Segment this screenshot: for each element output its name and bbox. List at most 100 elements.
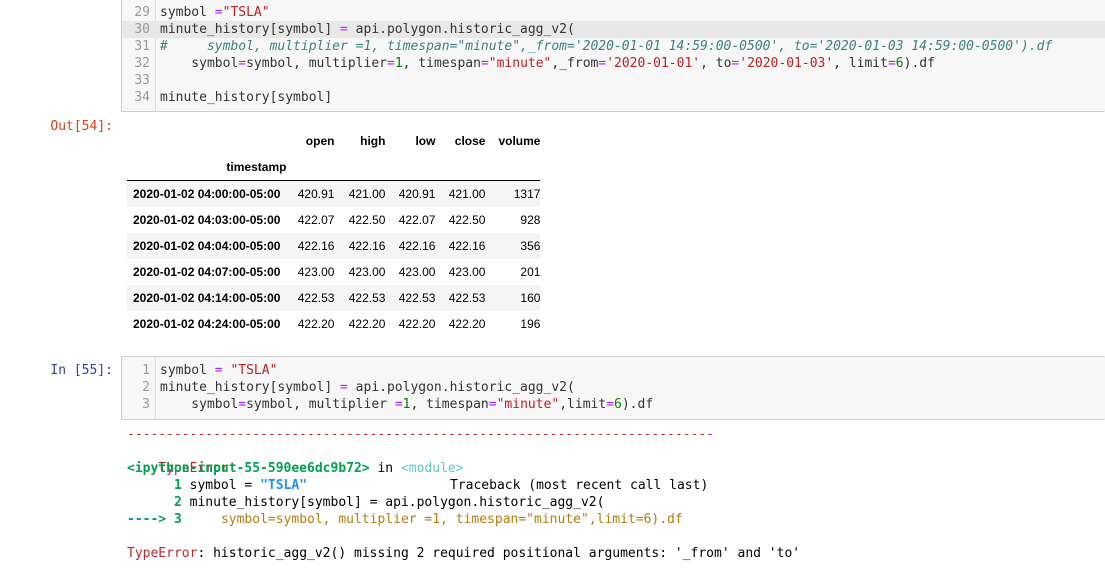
code-token: , to	[700, 56, 732, 71]
column-header-low: low	[415, 134, 436, 148]
code-line[interactable]: 34 minute_history[symbol]	[122, 89, 1105, 106]
table-cell: 422.53	[398, 291, 436, 305]
code-token: "minute"	[496, 397, 560, 412]
table-cell: 422.07	[297, 213, 335, 227]
table-cell: 422.16	[297, 239, 335, 253]
code-token: ).df	[621, 397, 654, 412]
table-cell: 160	[520, 291, 541, 305]
code-token: =	[606, 397, 615, 412]
table-row: 2020-01-02 04:14:00-05:00 422.53 422.53 422…	[127, 285, 541, 311]
traceback-in-word: in	[369, 461, 401, 476]
row-index-cell: 2020-01-02 04:07:00-05:00	[133, 265, 281, 279]
code-token: =	[387, 56, 395, 71]
table-row: 2020-01-02 04:00:00-05:00 420.91 421.00 420…	[127, 180, 541, 207]
code-line[interactable]: 2 minute_history[symbol] = api.polygon.hi…	[122, 379, 1105, 396]
column-header-high: high	[360, 134, 386, 148]
index-header-blank	[127, 128, 290, 154]
table-cell: 422.20	[297, 317, 335, 331]
code-cell-input[interactable]: 1 symbol = "TSLA" 2 minute_history[symbol] …	[121, 356, 1105, 420]
code-text: # symbol, multiplier =1, timespan="minut…	[160, 38, 1052, 55]
table-cell: 420.91	[398, 187, 436, 201]
code-text: symbol=symbol, multiplier=1, timespan="m…	[160, 55, 935, 72]
table-cell: 928	[520, 213, 541, 227]
code-text: minute_history[symbol]	[160, 89, 332, 106]
code-token: =	[214, 363, 223, 378]
line-number: 31	[134, 39, 150, 54]
code-line[interactable]: 29 symbol ="TSLA"	[122, 4, 1105, 21]
traceback-final-type: TypeError	[127, 546, 198, 561]
table-cell: 421.00	[348, 187, 386, 201]
dataframe-table: open high low close volume timestamp 202…	[127, 128, 541, 338]
line-number: 3	[142, 397, 150, 412]
traceback-message: TypeError: historic_agg_v2() missing 2 r…	[127, 545, 800, 562]
table-cell: 422.16	[398, 239, 436, 253]
table-cell: 422.53	[297, 291, 335, 305]
code-token: 6	[614, 397, 622, 412]
code-token: =	[488, 397, 497, 412]
code-token: symbol	[160, 56, 239, 71]
traceback-line-1: 1 symbol = "TSLA"	[127, 477, 307, 494]
table-row: 2020-01-02 04:07:00-05:00 423.00 423.00 423…	[127, 259, 540, 285]
index-name-header: timestamp	[226, 160, 287, 174]
traceback-line-2: 2 minute_history[symbol] = api.polygon.h…	[127, 494, 605, 511]
table-cell: 422.16	[348, 239, 386, 253]
row-index-cell: 2020-01-02 04:24:00-05:00	[133, 317, 281, 331]
code-token: minute_history[symbol]	[160, 90, 333, 105]
line-number: 2	[142, 380, 150, 395]
code-token: minute_history[symbol]	[160, 380, 341, 395]
table-row: 2020-01-02 04:04:00-05:00 422.16 422.16 422…	[127, 233, 541, 259]
code-token: =	[887, 56, 896, 71]
code-line[interactable]: 3 symbol=symbol, multiplier =1, timespan…	[122, 396, 1105, 413]
traceback-final-message: : historic_agg_v2() missing 2 required p…	[197, 546, 801, 561]
code-token: symbol	[160, 5, 215, 20]
column-header-row: open high low close volume	[127, 128, 541, 154]
table-row: 2020-01-02 04:03:00-05:00 422.07 422.50 422…	[127, 207, 540, 233]
code-token: api.polygon.historic_agg_v2(	[347, 22, 575, 37]
table-cell: 422.20	[448, 317, 486, 331]
code-token: =	[394, 397, 403, 412]
code-line[interactable]: 31 # symbol, multiplier =1, timespan="min…	[122, 38, 1105, 55]
table-cell: 422.53	[448, 291, 486, 305]
traceback-code: symbol	[189, 478, 245, 493]
code-token: =	[340, 380, 348, 395]
code-token: , limit	[833, 56, 888, 71]
code-token: 6	[895, 56, 904, 71]
code-text: symbol ="TSLA"	[160, 4, 270, 21]
line-number: 1	[142, 363, 150, 378]
table-cell: 422.50	[448, 213, 486, 227]
code-line[interactable]: 1 symbol = "TSLA"	[122, 362, 1105, 379]
row-index-cell: 2020-01-02 04:04:00-05:00	[133, 239, 281, 253]
traceback-code-string: "TSLA"	[252, 478, 308, 493]
code-token: =	[598, 56, 607, 71]
table-cell: 423.00	[297, 265, 335, 279]
code-token: symbol, multiplier	[246, 56, 387, 71]
dataframe-body: 2020-01-02 04:00:00-05:00 420.91 421.00 420…	[127, 180, 541, 338]
code-token: ).df	[903, 56, 935, 71]
table-cell: 422.16	[448, 239, 486, 253]
column-header-volume: volume	[498, 134, 541, 148]
code-cell-previous[interactable]: 29 symbol ="TSLA" 30 minute_history[symbol]…	[121, 0, 1105, 112]
code-text: symbol=symbol, multiplier =1, timespan="…	[160, 396, 653, 413]
traceback-line-3: ----> 3 symbol=symbol, multiplier =1, ti…	[127, 511, 683, 528]
traceback-code: minute_history[symbol] = api.polygon.his…	[189, 495, 605, 510]
table-cell: 201	[520, 265, 541, 279]
traceback-code-highlight: symbol=symbol, multiplier =1, timespan="…	[189, 512, 683, 527]
row-index-cell: 2020-01-02 04:14:00-05:00	[133, 291, 281, 305]
code-token: 1	[394, 56, 403, 71]
code-token: "TSLA"	[222, 5, 270, 20]
code-token: '2020-01-03'	[739, 56, 834, 71]
code-line[interactable]: 33	[122, 72, 1105, 89]
code-line[interactable]: 30 minute_history[symbol] = api.polygon.h…	[122, 21, 1105, 38]
code-token: =	[214, 5, 223, 20]
table-cell: 422.50	[348, 213, 386, 227]
code-token: api.polygon.historic_agg_v2(	[347, 380, 575, 395]
table-cell: 421.00	[448, 187, 486, 201]
code-token: minute_history[symbol]	[160, 22, 341, 37]
table-cell: 423.00	[348, 265, 386, 279]
code-token: symbol, multiplier	[246, 397, 395, 412]
code-token: =	[238, 56, 247, 71]
code-text: symbol = "TSLA"	[160, 362, 277, 379]
table-cell: 423.00	[448, 265, 486, 279]
traceback-location: <ipython-input-55-590ee6dc9b72> in <modu…	[127, 460, 464, 477]
code-line[interactable]: 32 symbol=symbol, multiplier=1, timespan…	[122, 55, 1105, 72]
